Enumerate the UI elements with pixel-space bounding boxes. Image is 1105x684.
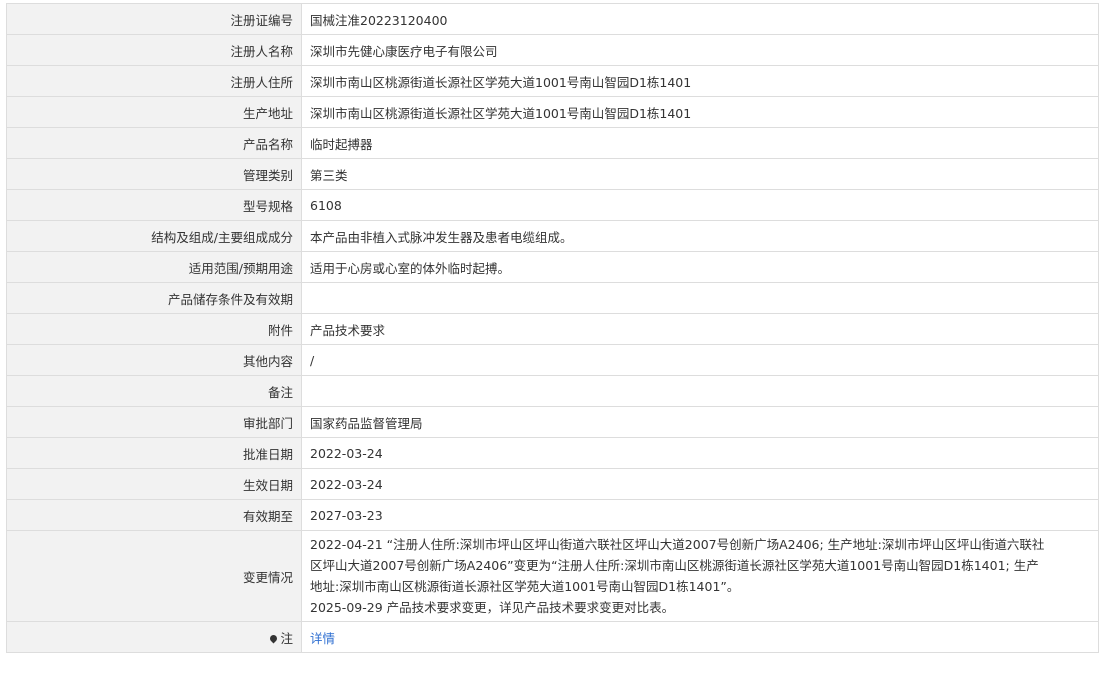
label-note: 注 (6, 621, 302, 653)
label-valid-until: 有效期至 (6, 499, 302, 531)
label-registrant-name: 注册人名称 (6, 34, 302, 66)
value-structure-composition: 本产品由非植入式脉冲发生器及患者电缆组成。 (301, 220, 1099, 252)
row-product-name: 产品名称 临时起搏器 (6, 127, 1099, 159)
value-remarks (301, 375, 1099, 407)
value-registrant-address: 深圳市南山区桃源街道长源社区学苑大道1001号南山智园D1栋1401 (301, 65, 1099, 97)
label-storage-validity: 产品储存条件及有效期 (6, 282, 302, 314)
label-other-content: 其他内容 (6, 344, 302, 376)
label-approval-department: 审批部门 (6, 406, 302, 438)
row-other-content: 其他内容 / (6, 344, 1099, 376)
change-line: 地址:深圳市南山区桃源街道长源社区学苑大道1001号南山智园D1栋1401”。 (310, 579, 740, 594)
value-other-content: / (301, 344, 1099, 376)
row-approval-department: 审批部门 国家药品监督管理局 (6, 406, 1099, 438)
label-attachment: 附件 (6, 313, 302, 345)
label-intended-use: 适用范围/预期用途 (6, 251, 302, 283)
location-pin-icon (269, 633, 279, 643)
change-line: 区坪山大道2007号创新广场A2406”变更为“注册人住所:深圳市南山区桃源街道… (310, 558, 1039, 573)
row-registration-number: 注册证编号 国械注准20223120400 (6, 3, 1099, 35)
details-link[interactable]: 详情 (310, 631, 335, 646)
row-intended-use: 适用范围/预期用途 适用于心房或心室的体外临时起搏。 (6, 251, 1099, 283)
change-line: 2022-04-21 “注册人住所:深圳市坪山区坪山街道六联社区坪山大道2007… (310, 537, 1045, 552)
value-effective-date: 2022-03-24 (301, 468, 1099, 500)
row-approval-date: 批准日期 2022-03-24 (6, 437, 1099, 469)
row-registrant-address: 注册人住所 深圳市南山区桃源街道长源社区学苑大道1001号南山智园D1栋1401 (6, 65, 1099, 97)
label-change-history: 变更情况 (6, 530, 302, 622)
row-note: 注 详情 (6, 621, 1099, 653)
registration-detail-table: 注册证编号 国械注准20223120400 注册人名称 深圳市先健心康医疗电子有… (6, 3, 1099, 653)
row-registrant-name: 注册人名称 深圳市先健心康医疗电子有限公司 (6, 34, 1099, 66)
value-registrant-name: 深圳市先健心康医疗电子有限公司 (301, 34, 1099, 66)
value-product-name: 临时起搏器 (301, 127, 1099, 159)
value-attachment: 产品技术要求 (301, 313, 1099, 345)
value-management-category: 第三类 (301, 158, 1099, 190)
label-registrant-address: 注册人住所 (6, 65, 302, 97)
value-production-address: 深圳市南山区桃源街道长源社区学苑大道1001号南山智园D1栋1401 (301, 96, 1099, 128)
value-note: 详情 (301, 621, 1099, 653)
row-effective-date: 生效日期 2022-03-24 (6, 468, 1099, 500)
value-registration-number: 国械注准20223120400 (301, 3, 1099, 35)
value-storage-validity (301, 282, 1099, 314)
label-remarks: 备注 (6, 375, 302, 407)
label-structure-composition: 结构及组成/主要组成成分 (6, 220, 302, 252)
row-storage-validity: 产品储存条件及有效期 (6, 282, 1099, 314)
value-change-history: 2022-04-21 “注册人住所:深圳市坪山区坪山街道六联社区坪山大道2007… (301, 530, 1099, 622)
row-management-category: 管理类别 第三类 (6, 158, 1099, 190)
label-product-name: 产品名称 (6, 127, 302, 159)
row-valid-until: 有效期至 2027-03-23 (6, 499, 1099, 531)
value-approval-department: 国家药品监督管理局 (301, 406, 1099, 438)
value-intended-use: 适用于心房或心室的体外临时起搏。 (301, 251, 1099, 283)
label-effective-date: 生效日期 (6, 468, 302, 500)
label-registration-number: 注册证编号 (6, 3, 302, 35)
note-label-text: 注 (280, 630, 293, 646)
value-approval-date: 2022-03-24 (301, 437, 1099, 469)
row-structure-composition: 结构及组成/主要组成成分 本产品由非植入式脉冲发生器及患者电缆组成。 (6, 220, 1099, 252)
value-valid-until: 2027-03-23 (301, 499, 1099, 531)
row-remarks: 备注 (6, 375, 1099, 407)
value-model-spec: 6108 (301, 189, 1099, 221)
label-production-address: 生产地址 (6, 96, 302, 128)
row-model-spec: 型号规格 6108 (6, 189, 1099, 221)
label-model-spec: 型号规格 (6, 189, 302, 221)
row-production-address: 生产地址 深圳市南山区桃源街道长源社区学苑大道1001号南山智园D1栋1401 (6, 96, 1099, 128)
row-change-history: 变更情况 2022-04-21 “注册人住所:深圳市坪山区坪山街道六联社区坪山大… (6, 530, 1099, 622)
row-attachment: 附件 产品技术要求 (6, 313, 1099, 345)
label-management-category: 管理类别 (6, 158, 302, 190)
registration-detail-container: 注册证编号 国械注准20223120400 注册人名称 深圳市先健心康医疗电子有… (6, 3, 1099, 653)
label-approval-date: 批准日期 (6, 437, 302, 469)
change-line: 2025-09-29 产品技术要求变更，详见产品技术要求变更对比表。 (310, 600, 675, 615)
